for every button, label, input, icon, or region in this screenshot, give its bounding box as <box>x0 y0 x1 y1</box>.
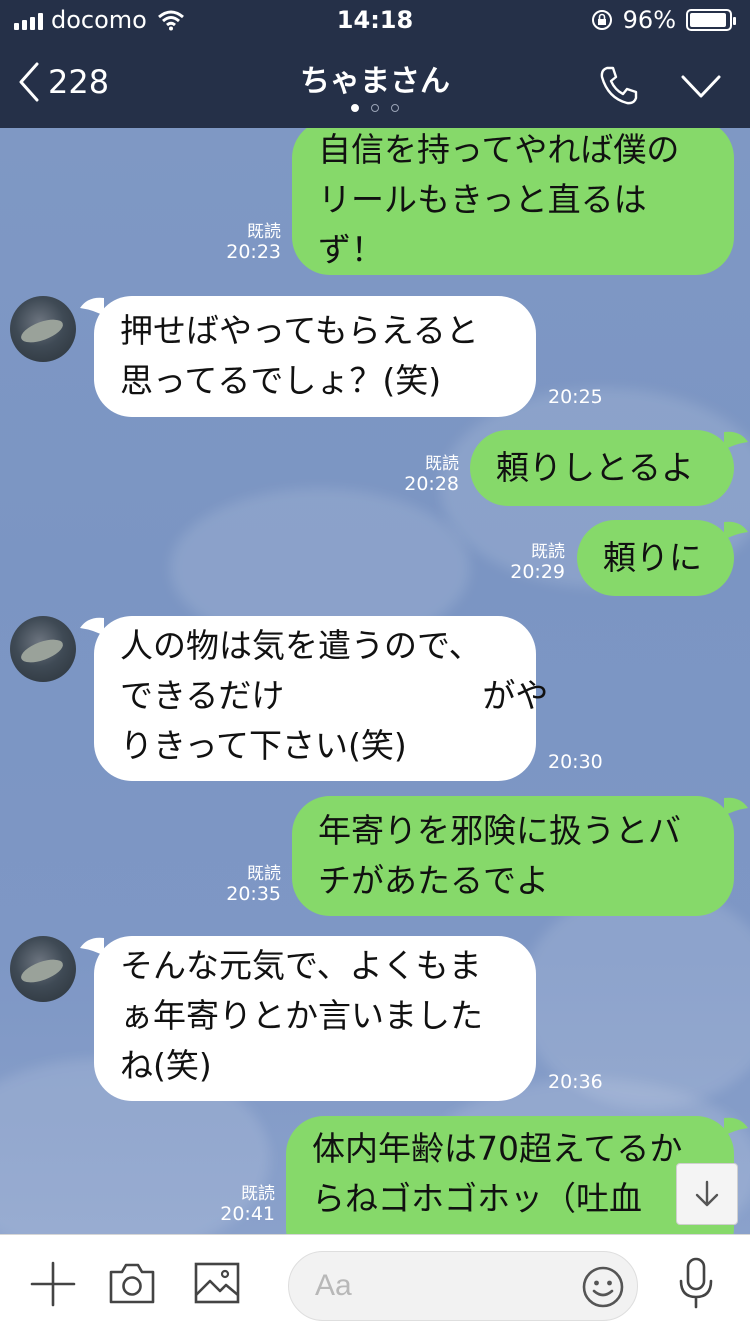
battery-icon <box>686 9 736 31</box>
camera-icon[interactable] <box>108 1261 156 1305</box>
plus-icon[interactable] <box>30 1261 76 1307</box>
page-dot <box>391 104 399 112</box>
bubble-tail <box>724 521 748 540</box>
avatar[interactable] <box>10 936 76 1002</box>
message-time: 20:23 <box>226 241 281 263</box>
their-message-bubble[interactable]: そんな元気で、よくもま ぁ年寄りとか言いました ね(笑) <box>94 936 536 1101</box>
read-receipt: 既読 <box>425 454 459 474</box>
message-meta: 既読 20:29 <box>484 542 565 582</box>
my-message-bubble[interactable]: 年寄りを邪険に扱うとバ チがあたるでよ <box>292 796 734 916</box>
bubble-tail <box>724 1117 748 1136</box>
page-dot <box>351 104 359 112</box>
read-receipt: 既読 <box>241 1184 275 1204</box>
my-message-bubble[interactable]: 頼りしとるよ <box>470 430 734 506</box>
scroll-to-bottom-button[interactable] <box>676 1163 738 1225</box>
avatar[interactable] <box>10 296 76 362</box>
read-receipt: 既読 <box>247 222 281 242</box>
my-message-bubble[interactable]: 体内年齢は70超えてるか らねゴホゴホッ（吐血 <box>286 1116 734 1234</box>
message-time: 20:25 <box>548 386 603 408</box>
message-time: 20:35 <box>226 883 281 905</box>
read-receipt: 既読 <box>531 542 565 562</box>
message-meta: 既読 20:41 <box>194 1184 275 1224</box>
their-message-bubble[interactable]: 人の物は気を遣うので、 できるだけ がや りきって下さい(笑) <box>94 616 548 781</box>
message-input-field[interactable] <box>288 1251 638 1321</box>
chat-area[interactable]: 自信を持ってやれば僕の リールもきっと直るは ず！ 既読 20:23 押せばやっ… <box>0 128 750 1234</box>
message-time: 20:28 <box>404 473 459 495</box>
bubble-tail <box>724 431 748 450</box>
rotation-lock-icon <box>591 10 612 30</box>
battery-percent: 96% <box>622 6 676 34</box>
my-message-bubble[interactable]: 自信を持ってやれば僕の リールもきっと直るは ず！ <box>292 128 734 275</box>
message-input[interactable] <box>315 1266 565 1306</box>
my-message-bubble[interactable]: 頼りに <box>577 520 734 596</box>
microphone-icon[interactable] <box>678 1257 714 1309</box>
chevron-down-icon[interactable] <box>680 74 722 100</box>
bubble-tail <box>724 797 748 816</box>
their-message-bubble[interactable]: 押せばやってもらえると 思ってるでしょ？(笑) <box>94 296 536 417</box>
message-time: 20:29 <box>510 561 565 583</box>
page-dot <box>371 104 379 112</box>
message-time: 20:36 <box>548 1071 603 1093</box>
avatar[interactable] <box>10 616 76 682</box>
message-meta: 既読 20:35 <box>200 864 281 904</box>
message-time: 20:41 <box>220 1203 275 1225</box>
image-icon[interactable] <box>193 1261 241 1305</box>
message-input-bar <box>0 1234 750 1334</box>
phone-icon[interactable] <box>598 64 640 106</box>
message-time: 20:30 <box>548 751 603 773</box>
message-meta: 既読 20:23 <box>200 222 281 262</box>
arrow-down-icon <box>695 1180 719 1207</box>
chat-header: 228 ちゃまさん <box>0 40 750 128</box>
message-meta: 既読 20:28 <box>378 454 459 494</box>
status-bar: docomo 14:18 96% <box>0 0 750 40</box>
emoji-icon[interactable] <box>581 1265 625 1309</box>
read-receipt: 既読 <box>247 864 281 884</box>
